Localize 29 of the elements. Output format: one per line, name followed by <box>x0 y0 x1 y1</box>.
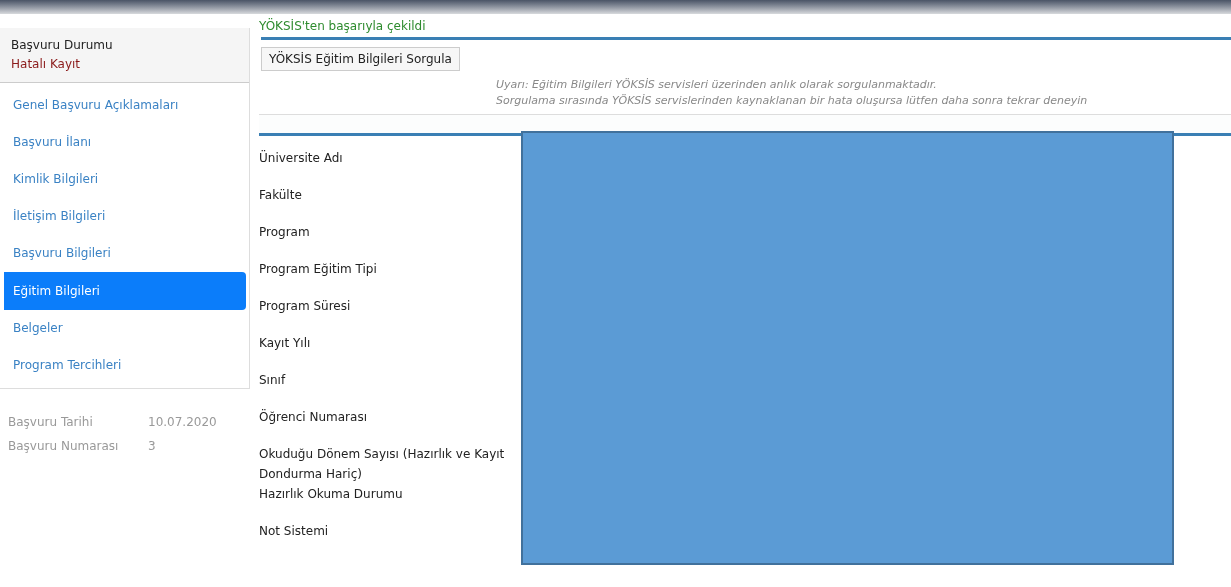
sidebar-item[interactable]: Kimlik Bilgileri <box>0 161 249 198</box>
field-label: Program Süresi <box>259 298 351 315</box>
field-label: Okuduğu Dönem Sayısı (Hazırlık ve Kayıt Dondurma Hariç) <box>259 446 506 483</box>
info-value: 3 <box>148 438 156 455</box>
field-label: Öğrenci Numarası <box>259 408 367 426</box>
field-label: Not Sistemi <box>259 523 329 540</box>
field-label: Üniversite Adı <box>259 149 343 167</box>
field-label: Program <box>259 224 310 241</box>
sidebar-item[interactable]: Genel Başvuru Açıklamaları <box>0 87 249 124</box>
sidebar-item[interactable]: Başvuru Bilgileri <box>0 235 249 272</box>
sidebar-item[interactable]: İletişim Bilgileri <box>0 198 249 235</box>
status-value: Hatalı Kayıt <box>11 56 82 73</box>
warning-text: Sorgulama sırasında YÖKSİS servislerinden kaynaklanan bir hata oluşursa lütfen daha sonra tekrar deneyin <box>496 93 1088 109</box>
success-message: YÖKSİS'ten başarıyla çekildi <box>259 19 426 33</box>
info-value: 10.07.2020 <box>148 414 217 431</box>
info-label: Başvuru Numarası <box>8 438 120 455</box>
sidebar-item[interactable]: Eğitim Bilgileri <box>4 272 246 310</box>
query-button[interactable]: YÖKSİS Eğitim Bilgileri Sorgula <box>261 47 460 71</box>
sidebar-item[interactable]: Başvuru İlanı <box>0 124 249 161</box>
sidebar-item[interactable]: Program Tercihleri <box>0 347 249 384</box>
field-label: Program Eğitim Tipi <box>259 261 377 278</box>
status-label: Başvuru Durumu <box>11 37 114 54</box>
field-label: Fakülte <box>259 187 302 204</box>
info-label: Başvuru Tarihi <box>8 414 94 431</box>
warning-text: Uyarı: Eğitim Bilgileri YÖKSİS servisleri üzerinden anlık olarak sorgulanmaktadır. <box>496 77 937 93</box>
field-label: Hazırlık Okuma Durumu <box>259 486 403 503</box>
field-label: Kayıt Yılı <box>259 335 311 352</box>
sidebar-item[interactable]: Belgeler <box>0 310 249 347</box>
field-label: Sınıf <box>259 372 286 389</box>
